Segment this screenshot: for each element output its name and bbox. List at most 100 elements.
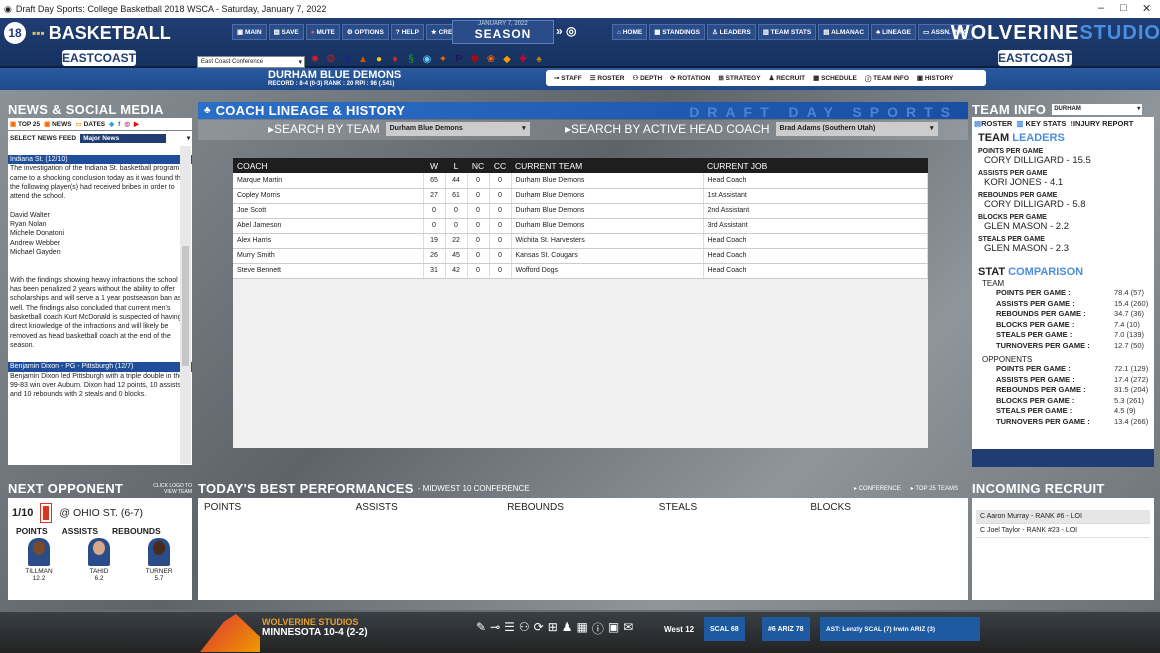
opponent-name[interactable]: @ OHIO ST. (6-7)	[59, 507, 143, 519]
link-conference[interactable]: ▸ CONFERENCE	[854, 485, 901, 492]
help-button[interactable]: ? HELP	[390, 24, 424, 40]
news-headline[interactable]: Indiana St. (12/10)	[8, 155, 192, 165]
team-menu-rotation[interactable]: ⟳ ROTATION	[666, 70, 714, 86]
depth-icon[interactable]: ⚇	[519, 620, 530, 637]
col-current-team[interactable]: CURRENT TEAM	[511, 158, 703, 173]
team-logo[interactable]: ◉	[422, 54, 432, 68]
col-cc[interactable]: CC	[489, 158, 511, 173]
facebook-icon[interactable]: f	[118, 121, 120, 128]
news-list[interactable]: Indiana St. (12/10) The investigation of…	[8, 145, 192, 465]
news-feed-select[interactable]: Major News ▾	[80, 133, 190, 143]
coach-select[interactable]: Brad Adams (Southern Utah) ▾	[775, 122, 938, 136]
schedule-icon[interactable]: ▦	[577, 620, 588, 637]
tab-injury-report[interactable]: !INJURY REPORT	[1070, 119, 1133, 128]
table-row[interactable]: Copley Morris 27 61 0 0 Durham Blue Demons 1st…	[233, 188, 928, 204]
news-scrollbar[interactable]	[180, 146, 191, 464]
team-menu-recruit[interactable]: ♟ RECRUIT	[765, 70, 810, 86]
mail-icon[interactable]: ✉	[623, 620, 633, 637]
table-row[interactable]: Murry Smith 26 45 0 0 Kansas St. Cougars Head …	[233, 248, 928, 264]
team-logo[interactable]: ✦	[438, 54, 448, 68]
team-logo[interactable]: P	[454, 54, 464, 68]
nav-leaders[interactable]: ♙ LEADERS	[707, 24, 756, 40]
scroll-thumb[interactable]	[182, 246, 189, 366]
team-logo[interactable]: ✚	[518, 54, 528, 68]
conference-select[interactable]: East Coast Conference ▾	[197, 56, 305, 68]
team-menu-history[interactable]: ▣ HISTORY	[913, 70, 958, 86]
edit-icon[interactable]: ✎	[476, 620, 486, 637]
player-card[interactable]: TURNER 5.7	[144, 538, 174, 582]
team-logo[interactable]: ◆	[502, 54, 512, 68]
table-row[interactable]: Alex Harris 19 22 0 0 Wichita St. Harvesters H…	[233, 233, 928, 249]
team-info-select[interactable]: DURHAM ▾	[1052, 104, 1143, 115]
tab-top25[interactable]: ▣ TOP 25	[10, 120, 40, 128]
roster-icon[interactable]: ☰	[504, 620, 515, 637]
tab-roster[interactable]: ▤ROSTER	[974, 119, 1012, 128]
team-logo[interactable]: ◈	[342, 54, 352, 68]
strategy-icon[interactable]: ⊞	[548, 620, 558, 637]
tab-key-stats[interactable]: ▥ KEY STATS	[1016, 119, 1066, 128]
list-item[interactable]: C Joel Taylor - RANK #23 - LOI	[976, 524, 1150, 538]
col-current-job[interactable]: CURRENT JOB	[703, 158, 928, 173]
col-coach[interactable]: COACH	[233, 158, 423, 173]
news-headline[interactable]: Benjamin Dixon - PG - Pittsburgh (12/7)	[8, 362, 192, 372]
team-menu-depth[interactable]: ⚇ DEPTH	[628, 70, 666, 86]
team-menu-schedule[interactable]: ▦ SCHEDULE	[809, 70, 861, 86]
advance-button[interactable]: » ◎	[556, 24, 596, 42]
team-logo[interactable]: ✸	[310, 54, 320, 68]
team-logo[interactable]: ▲	[358, 54, 368, 68]
nav-standings[interactable]: ▦ STANDINGS	[649, 24, 705, 40]
team-select[interactable]: Durham Blue Demons ▾	[385, 122, 530, 136]
rotation-icon[interactable]: ⟳	[534, 620, 544, 637]
options-button[interactable]: ⚙ OPTIONS	[341, 24, 389, 40]
list-item[interactable]: C Aaron Murray - RANK #6 - LOI	[976, 510, 1150, 524]
team-logo[interactable]: ♠	[534, 54, 544, 68]
cell-coach: Copley Morris	[233, 188, 424, 204]
team-menu-strategy[interactable]: ⊞ STRATEGY	[714, 70, 764, 86]
footer-record: MINNESOTA 10-4 (2-2)	[262, 627, 368, 638]
instagram-icon[interactable]: ◎	[124, 120, 130, 128]
player-card[interactable]: TAHID 6.2	[84, 538, 114, 582]
team-menu-team-info[interactable]: ⓘ TEAM INFO	[861, 70, 913, 86]
table-row[interactable]: Marque Martin 65 44 0 0 Durham Blue Demons Hea…	[233, 173, 928, 189]
whistle-icon[interactable]: ⊸	[490, 620, 500, 637]
nav-home[interactable]: ⌂ HOME	[612, 24, 648, 40]
team-menu-roster[interactable]: ☰ ROSTER	[586, 70, 629, 86]
save-button[interactable]: ▤ SAVE	[268, 24, 304, 40]
team-logo[interactable]: ✽	[470, 54, 480, 68]
history-icon[interactable]: ▣	[608, 620, 619, 637]
table-row[interactable]: Abel Jameson 0 0 0 0 Durham Blue Demons 3rd As…	[233, 218, 928, 234]
maximize-button[interactable]: □	[1120, 2, 1127, 14]
team-logo[interactable]: ❂	[326, 54, 336, 68]
twitter-icon[interactable]: ◆	[109, 120, 114, 128]
close-button[interactable]: ✕	[1142, 2, 1151, 15]
team-menu-staff[interactable]: ⊸ STAFF	[550, 70, 586, 86]
season-panel[interactable]: JANUARY 7, 2022 SEASON	[452, 20, 554, 44]
team-logo[interactable]: ♦	[390, 54, 400, 68]
nav-team-stats[interactable]: ▥ TEAM STATS	[757, 24, 817, 40]
chevron-down-icon: ▾	[298, 59, 302, 66]
nav-almanac[interactable]: ▤ ALMANAC	[818, 24, 870, 40]
info-icon[interactable]: ⓘ	[592, 620, 604, 637]
table-row[interactable]: Steve Bennett 31 42 0 0 Wofford Dogs Head Coac…	[233, 263, 928, 279]
col-w[interactable]: W	[423, 158, 445, 173]
mute-button[interactable]: ● MUTE	[305, 24, 340, 40]
team-logo[interactable]: ❀	[486, 54, 496, 68]
link-top25[interactable]: ▸ TOP 25 TEAMS	[911, 485, 958, 492]
team-record: RECORD : 8-4 (0-3) RANK : 20 RPI : 96 (.…	[268, 81, 395, 87]
score-ticker-b[interactable]: #6 ARIZ 78	[762, 617, 810, 641]
opponent-logo[interactable]	[40, 503, 53, 523]
youtube-icon[interactable]: ▶	[134, 120, 139, 128]
player-card[interactable]: TILLMAN 12.2	[24, 538, 54, 582]
minimize-button[interactable]: –	[1098, 2, 1104, 14]
col-nc[interactable]: NC	[467, 158, 489, 173]
score-ticker-a[interactable]: SCAL 68	[704, 617, 745, 641]
table-row[interactable]: Joe Scott 0 0 0 0 Durham Blue Demons 2nd Assis…	[233, 203, 928, 219]
main-button[interactable]: ▣ MAIN	[232, 24, 267, 40]
team-logo[interactable]: §	[406, 54, 416, 68]
tab-news[interactable]: ▣ NEWS	[44, 120, 71, 128]
recruit-icon[interactable]: ♟	[562, 620, 573, 637]
col-l[interactable]: L	[445, 158, 467, 173]
team-logo[interactable]: ●	[374, 54, 384, 68]
nav-lineage[interactable]: ♣ LINEAGE	[871, 24, 917, 40]
tab-dates[interactable]: ▭ DATES	[76, 120, 106, 128]
